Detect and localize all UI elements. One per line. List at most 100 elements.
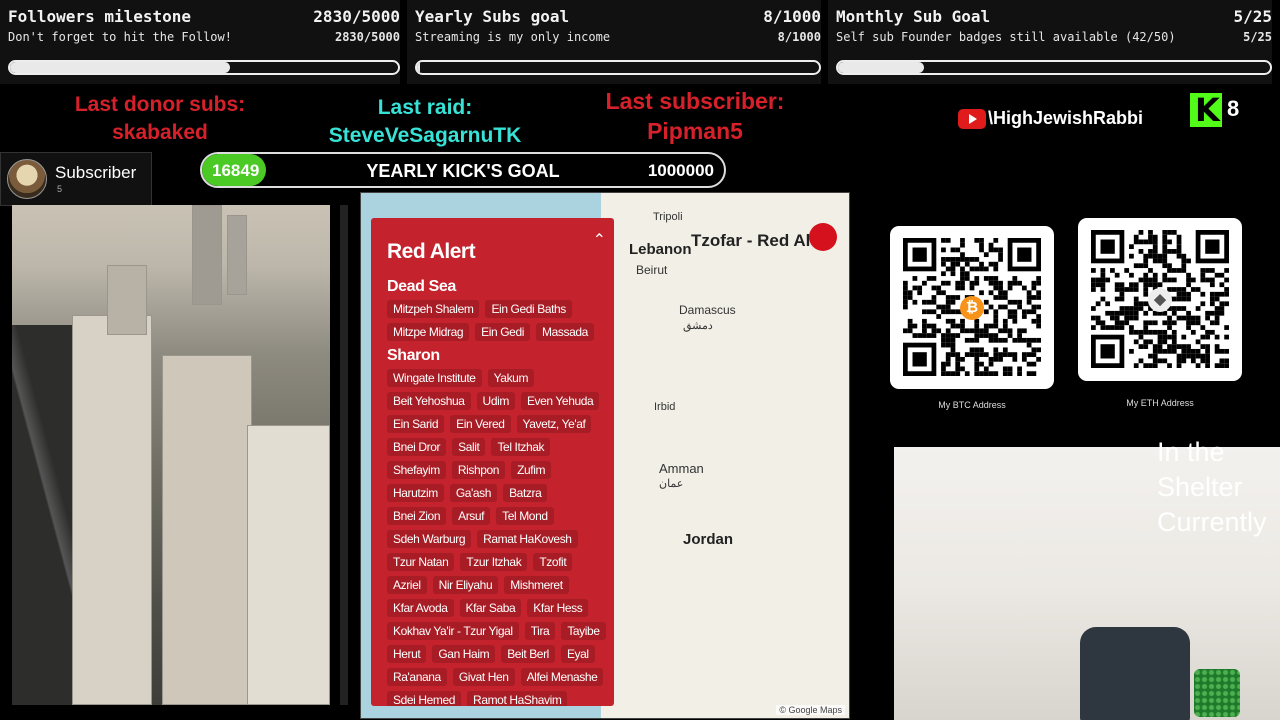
map-label-amman-ar: عمان bbox=[659, 478, 684, 490]
goal-count-small: 5/25 bbox=[1243, 30, 1272, 44]
subscriber-count: 5 bbox=[57, 184, 63, 194]
alert-place-chip: Batzra bbox=[503, 484, 548, 502]
red-alert-panel: Red Alert ⌃ Dead Sea Mitzpeh Shalem Ein Ge… bbox=[371, 218, 614, 706]
map-label-irbid: Irbid bbox=[654, 401, 676, 413]
alert-place-chip: Ga'ash bbox=[449, 484, 498, 502]
last-raid-label: Last raid: bbox=[377, 96, 473, 119]
last-donor-ticker: Last donor subs: skabaked bbox=[40, 91, 280, 147]
last-subscriber-name: Pipman5 bbox=[647, 118, 743, 144]
alert-place-list: Mitzpeh Shalem Ein Gedi Baths Mitzpe Midra… bbox=[387, 300, 607, 341]
last-donor-label: Last donor subs: bbox=[74, 93, 246, 116]
alert-place-chip: Ein Sarid bbox=[387, 415, 445, 433]
alert-place-chip: Ein Gedi bbox=[475, 323, 530, 341]
red-alert-list: Dead Sea Mitzpeh Shalem Ein Gedi Baths Mitz… bbox=[387, 276, 607, 706]
map-label-amman: Amman bbox=[659, 461, 704, 476]
divider bbox=[340, 205, 348, 705]
youtube-icon bbox=[958, 108, 986, 129]
alert-place-chip: Ein Vered bbox=[450, 415, 511, 433]
map-label-jordan: Jordan bbox=[683, 531, 734, 548]
bitcoin-icon: ₿ bbox=[960, 296, 984, 320]
alert-place-chip: Even Yehuda bbox=[520, 392, 600, 410]
goal-count: 2830/5000 bbox=[313, 7, 400, 26]
alert-place-chip: Herut bbox=[387, 645, 427, 663]
alert-place-chip: Ramat HaKovesh bbox=[477, 530, 578, 548]
goal-title: Monthly Sub Goal bbox=[836, 7, 991, 26]
alert-place-chip: Yavetz, Ye'af bbox=[516, 415, 592, 433]
alert-place-chip: Rishpon bbox=[451, 461, 506, 479]
monthly-sub-goal: Monthly Sub Goal 5/25 Self sub Founder b… bbox=[828, 0, 1272, 84]
map-label-lebanon: Lebanon bbox=[629, 241, 692, 258]
alert-place-chip: Kfar Avoda bbox=[387, 599, 454, 617]
alert-place-chip: Gan Haim bbox=[432, 645, 496, 663]
alert-place-chip: Beit Berl bbox=[501, 645, 555, 663]
youtube-name: \HighJewishRabbi bbox=[988, 108, 1144, 128]
yearly-subs-goal: Yearly Subs goal 8/1000 Streaming is my … bbox=[407, 0, 821, 84]
avatar bbox=[7, 159, 47, 199]
alert-place-chip: Mitzpeh Shalem bbox=[387, 300, 480, 318]
red-alert-map: Tripoli Lebanon Beirut Damascus دمشق Irb… bbox=[360, 192, 850, 719]
goal-progress-bar bbox=[415, 60, 821, 75]
alert-region-name: Sharon bbox=[387, 347, 440, 364]
goal-progress-fill bbox=[417, 62, 421, 73]
last-donor-name: skabaked bbox=[112, 121, 208, 144]
subscriber-widget: Subscriber 5 bbox=[0, 152, 152, 206]
alert-place-chip: Tzur Natan bbox=[387, 553, 455, 571]
alert-place-list: Wingate Institute Yakum Beit Yehoshua Udim E… bbox=[387, 369, 607, 706]
alert-place-chip: Beit Yehoshua bbox=[387, 392, 471, 410]
alert-place-chip: Kokhav Ya'ir - Tzur Yigal bbox=[387, 622, 519, 640]
kick-goal-title: YEARLY KICK'S GOAL bbox=[366, 161, 560, 181]
alert-place-chip: Mitzpe Midrag bbox=[387, 323, 470, 341]
alert-place-chip: Azriel bbox=[387, 576, 427, 594]
map-label-damascus-ar: دمشق bbox=[683, 320, 713, 332]
btc-qr-code: ₿ bbox=[890, 226, 1054, 389]
alert-place-chip: Tira bbox=[524, 622, 556, 640]
alert-place-chip: Mishmeret bbox=[504, 576, 569, 594]
last-raid-name: SteveVeSagarnuTK bbox=[328, 124, 522, 147]
alert-place-chip: Ramot HaShavim bbox=[467, 691, 568, 706]
kick-icon: K bbox=[1190, 91, 1222, 129]
kick-viewer-count: 8 bbox=[1227, 96, 1240, 121]
alert-place-chip: Zufim bbox=[511, 461, 552, 479]
last-raid-ticker: Last raid: SteveVeSagarnuTK bbox=[305, 94, 545, 150]
tzofar-logo-icon bbox=[809, 223, 837, 251]
shelter-status-text: In the Shelter Currently bbox=[1157, 437, 1267, 537]
youtube-handle: \HighJewishRabbi bbox=[958, 108, 1143, 129]
last-subscriber-ticker: Last subscriber: Pipman5 bbox=[575, 86, 815, 146]
last-subscriber-label: Last subscriber: bbox=[605, 88, 785, 114]
alert-place-chip: Arsuf bbox=[452, 507, 491, 525]
alert-place-chip: Ein Gedi Baths bbox=[485, 300, 572, 318]
eth-address-label: My ETH Address bbox=[1126, 398, 1194, 408]
ethereum-icon: ◆ bbox=[1148, 288, 1172, 312]
alert-place-chip: Salit bbox=[452, 438, 486, 456]
office-chair bbox=[1080, 627, 1190, 720]
alert-place-chip: Shefayim bbox=[387, 461, 446, 479]
goal-progress-fill bbox=[10, 62, 230, 73]
goal-subtitle: Self sub Founder badges still available … bbox=[836, 30, 1176, 44]
alert-place-chip: Sdei Hemed bbox=[387, 691, 462, 706]
alert-place-chip: Alfei Menashe bbox=[520, 668, 604, 686]
goal-subtitle: Don't forget to hit the Follow! bbox=[8, 30, 232, 44]
goal-progress-fill bbox=[838, 62, 925, 73]
alert-region-name: Dead Sea bbox=[387, 278, 456, 295]
kick-goal-target: 1000000 bbox=[647, 161, 714, 180]
goal-progress-bar bbox=[836, 60, 1272, 75]
alert-place-chip: Nir Eliyahu bbox=[432, 576, 499, 594]
alert-place-chip: Harutzim bbox=[387, 484, 444, 502]
plant bbox=[1194, 669, 1240, 717]
alert-place-chip: Kfar Hess bbox=[527, 599, 589, 617]
alert-place-chip: Tzofit bbox=[533, 553, 573, 571]
city-camera-feed bbox=[12, 205, 330, 705]
alert-place-chip: Bnei Dror bbox=[387, 438, 447, 456]
goal-count: 5/25 bbox=[1233, 7, 1272, 26]
alert-place-chip: Givat Hen bbox=[452, 668, 515, 686]
goal-progress-bar bbox=[8, 60, 400, 75]
map-label-beirut: Beirut bbox=[636, 263, 668, 277]
chevron-up-icon[interactable]: ⌃ bbox=[593, 230, 606, 250]
goal-count-small: 2830/5000 bbox=[334, 30, 400, 44]
goal-count: 8/1000 bbox=[763, 7, 821, 26]
goal-subtitle: Streaming is my only income bbox=[415, 30, 611, 44]
eth-qr-code: ◆ bbox=[1078, 218, 1242, 381]
google-maps-attribution: © Google Maps bbox=[776, 705, 845, 715]
alert-place-chip: Wingate Institute bbox=[387, 369, 482, 387]
alert-place-chip: Sdeh Warburg bbox=[387, 530, 472, 548]
